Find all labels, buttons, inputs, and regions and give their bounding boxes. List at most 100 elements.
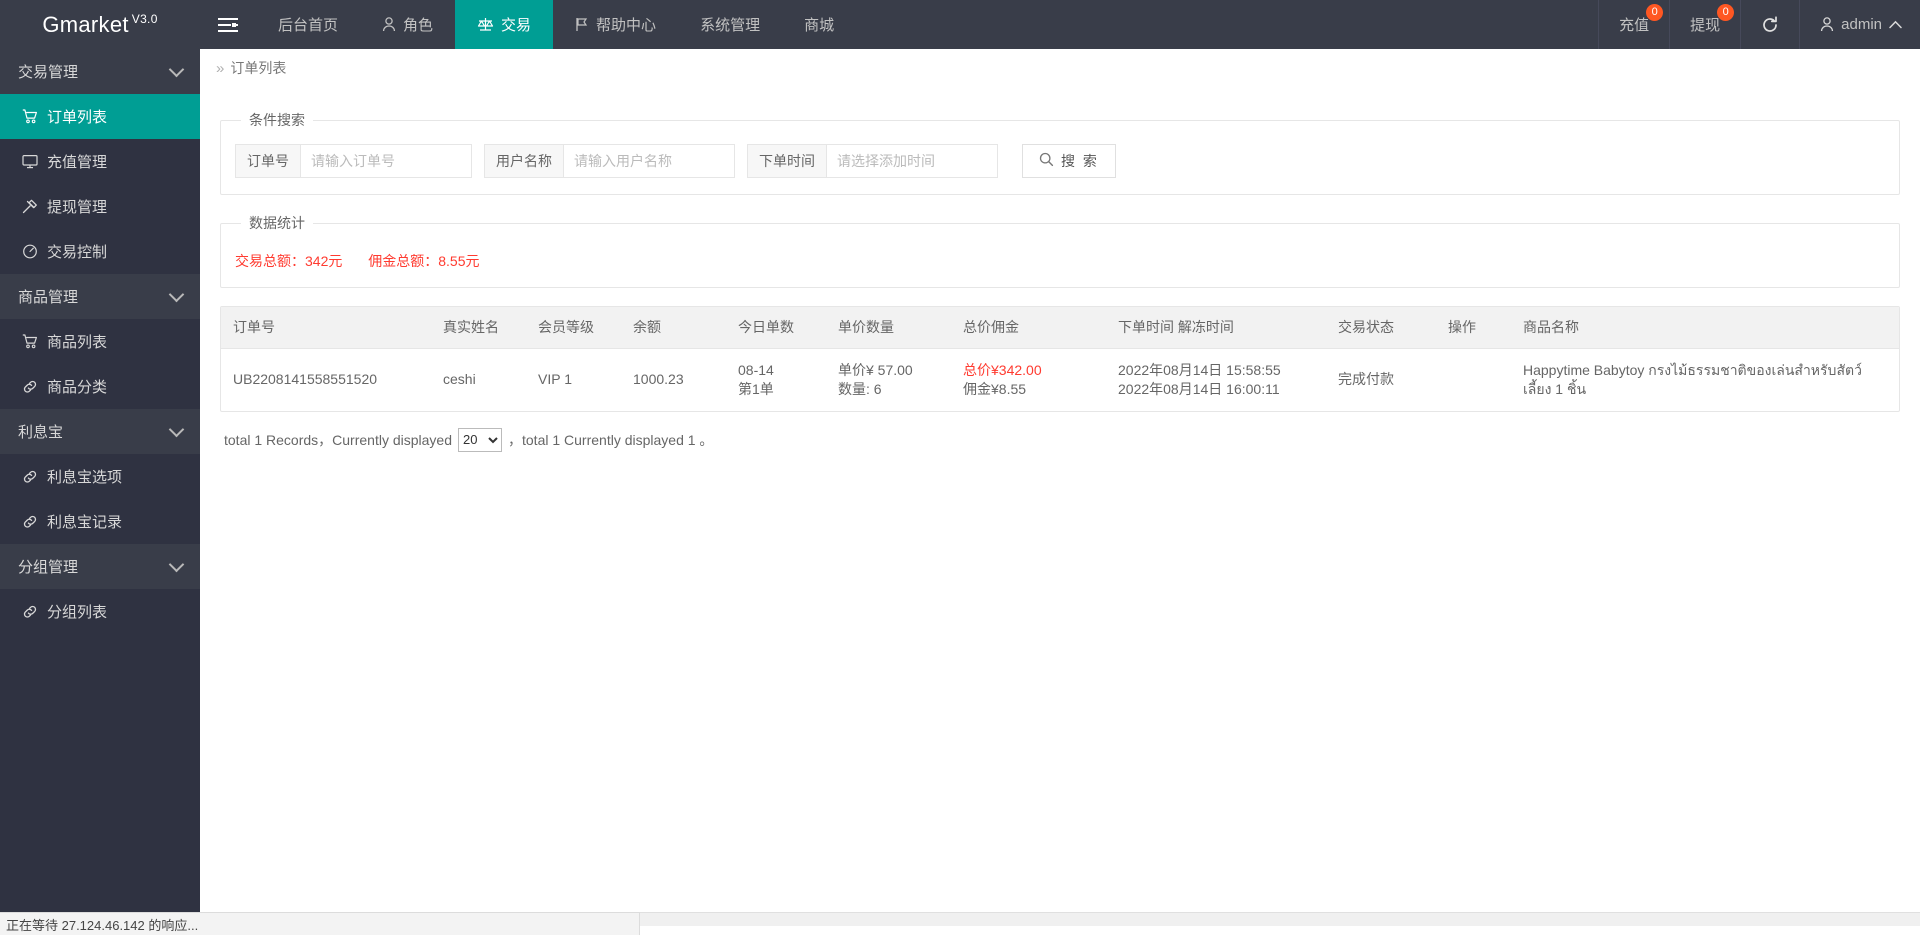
link-icon [22,379,38,394]
unit-price: 单价¥ 57.00 [838,361,913,378]
app-logo[interactable]: Gmarket V3.0 [0,0,200,49]
col-order-unfreeze-time: 下单时间 解冻时间 [1106,307,1326,349]
cell-total-commission: 总价¥342.00 佣金¥8.55 [951,348,1106,411]
orders-table: 订单号 真实姓名 会员等级 余额 今日单数 单价数量 总价佣金 下单时间 解冻时… [221,307,1899,411]
page-size-select[interactable]: 10203050100 [458,427,502,452]
recharge-label: 充值 [1619,17,1650,34]
order-no-input[interactable] [300,144,472,178]
sidebar-item-transaction-control[interactable]: 交易控制 [0,229,200,274]
today-count: 第1单 [738,380,774,397]
recharge-button[interactable]: 充值 0 [1598,0,1669,49]
breadcrumb-current: 订单列表 [230,60,287,76]
nav-label: 系统管理 [700,17,761,34]
status-text: 正在等待 27.124.46.142 的响应... [6,917,199,933]
sidebar-group-label: 交易管理 [18,64,79,81]
menu-fold-icon[interactable] [200,0,256,49]
logo-version: V3.0 [131,11,158,26]
withdraw-label: 提现 [1690,17,1721,34]
main-content: » 订单列表 条件搜索 订单号 用户名称 下单时间 [200,49,1920,912]
order-time: 2022年08月14日 15:58:55 [1118,361,1281,378]
commission: 佣金¥8.55 [963,380,1027,397]
col-total-commission: 总价佣金 [951,307,1106,349]
pager-prefix: total 1 Records，Currently displayed [224,431,452,448]
statistics-line: 交易总额：342元 佣金总额：8.55元 [235,241,1885,271]
sidebar-item-withdraw-management[interactable]: 提现管理 [0,184,200,229]
gauge-icon [22,244,38,259]
sidebar-item-label: 订单列表 [47,109,108,126]
user-icon [1820,17,1834,32]
quantity: 数量: 6 [838,380,882,397]
pagination-bar: total 1 Records，Currently displayed 1020… [220,412,1900,452]
header-spacer [856,0,1598,49]
col-action: 操作 [1436,307,1511,349]
user-icon [382,17,396,32]
orders-table-wrapper: 订单号 真实姓名 会员等级 余额 今日单数 单价数量 总价佣金 下单时间 解冻时… [220,306,1900,412]
nav-label: 角色 [403,17,434,34]
chevron-down-icon [168,421,185,437]
sidebar-group-product-management[interactable]: 商品管理 [0,274,200,319]
nav-label: 商城 [804,17,835,34]
hammer-icon [22,199,38,214]
cell-unit-qty: 单价¥ 57.00 数量: 6 [826,348,951,411]
user-menu[interactable]: admin [1799,0,1920,49]
sidebar-item-interest-records[interactable]: 利息宝记录 [0,499,200,544]
sidebar-item-label: 利息宝选项 [47,469,123,486]
sidebar-item-group-list[interactable]: 分组列表 [0,589,200,634]
link-icon [22,604,38,619]
table-row[interactable]: UB2208141558551520 ceshi VIP 1 1000.23 0… [221,348,1899,411]
sidebar-group-label: 商品管理 [18,289,79,306]
user-name-group: 用户名称 [484,144,735,178]
cell-action[interactable] [1436,348,1511,411]
orders-table-body: UB2208141558551520 ceshi VIP 1 1000.23 0… [221,348,1899,411]
cell-today-orders: 08-14 第1单 [726,348,826,411]
header-actions: 充值 0 提现 0 admin [1598,0,1920,49]
order-no-group: 订单号 [235,144,472,178]
nav-label: 后台首页 [278,17,339,34]
content-container: 条件搜索 订单号 用户名称 下单时间 [200,88,1920,452]
nav-item-dashboard[interactable]: 后台首页 [256,0,360,49]
sidebar-item-order-list[interactable]: 订单列表 [0,94,200,139]
sidebar: 交易管理 订单列表 充值管理 提现管理 交易控制 商品管理 商品列表 商品分类 … [0,49,200,912]
breadcrumb: » 订单列表 [200,49,1920,88]
condition-search-legend: 条件搜索 [249,112,305,128]
recharge-badge: 0 [1646,4,1664,21]
sidebar-group-transaction-management[interactable]: 交易管理 [0,49,200,94]
data-statistics-legend: 数据统计 [249,215,305,231]
col-real-name: 真实姓名 [431,307,526,349]
nav-item-role[interactable]: 角色 [360,0,455,49]
search-button[interactable]: 搜 索 [1022,144,1116,178]
sidebar-item-product-category[interactable]: 商品分类 [0,364,200,409]
sidebar-group-interest-treasure[interactable]: 利息宝 [0,409,200,454]
unfreeze-time: 2022年08月14日 16:00:11 [1118,380,1280,397]
cell-real-name: ceshi [443,371,476,387]
order-time-label: 下单时间 [747,144,826,178]
order-time-input[interactable] [826,144,998,178]
sidebar-group-group-management[interactable]: 分组管理 [0,544,200,589]
sidebar-group-label: 分组管理 [18,559,79,576]
user-name-label: 用户名称 [484,144,563,178]
refresh-icon[interactable] [1740,0,1799,49]
nav-item-help-center[interactable]: 帮助中心 [553,0,678,49]
cart-icon [22,109,38,124]
link-icon [22,514,38,529]
top-header: Gmarket V3.0 后台首页 角色 交易 帮助中心 系统管理 商城 充值 … [0,0,1920,49]
nav-item-transaction[interactable]: 交易 [455,0,554,49]
cell-product-name: Happytime Babytoy กรงไม้ธรรมชาติของเล่นส… [1523,361,1862,397]
sidebar-item-label: 分组列表 [47,604,108,621]
sidebar-item-recharge-management[interactable]: 充值管理 [0,139,200,184]
logo-text: Gmarket [42,11,129,37]
pager-suffix: ，total 1 Currently displayed 1 。 [508,431,714,448]
primary-nav: 后台首页 角色 交易 帮助中心 系统管理 商城 [256,0,856,49]
user-name-input[interactable] [563,144,735,178]
col-member-level: 会员等级 [526,307,621,349]
user-name: admin [1841,16,1882,33]
chevron-down-icon [168,556,185,572]
sidebar-item-product-list[interactable]: 商品列表 [0,319,200,364]
nav-item-mall[interactable]: 商城 [782,0,856,49]
sidebar-item-interest-options[interactable]: 利息宝选项 [0,454,200,499]
nav-item-system-management[interactable]: 系统管理 [678,0,782,49]
chevron-down-icon [168,61,185,77]
col-today-orders: 今日单数 [726,307,826,349]
withdraw-button[interactable]: 提现 0 [1669,0,1740,49]
search-icon [1039,152,1054,170]
